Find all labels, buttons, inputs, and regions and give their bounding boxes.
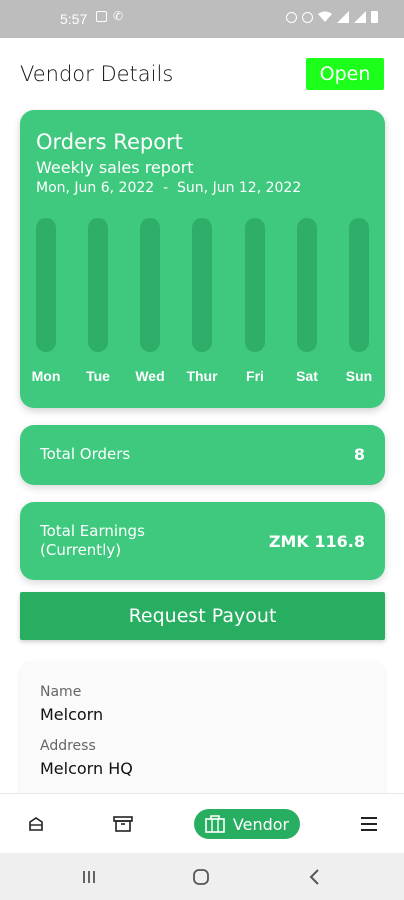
total-earnings-value: ZMK 116.8 <box>268 532 365 551</box>
total-earnings-label: Total Earnings <box>40 522 145 540</box>
nav-vendor-label: Vendor <box>232 814 290 834</box>
orders-box-icon[interactable] <box>26 814 46 834</box>
status-badge: Open <box>306 58 384 90</box>
bar-tue <box>88 218 108 352</box>
address-value: Melcorn HQ <box>40 759 133 778</box>
wifi-icon <box>318 11 332 22</box>
menu-icon[interactable] <box>359 814 379 834</box>
alarm-icon <box>286 11 297 23</box>
total-orders-value: 8 <box>353 445 365 464</box>
name-value: Melcorn <box>40 705 104 724</box>
day-label: Wed <box>135 368 165 384</box>
system-nav-bar <box>0 853 404 900</box>
mute-icon <box>302 11 313 23</box>
gallery-notification-icon <box>96 10 107 22</box>
bottom-nav: Vendor <box>0 793 404 853</box>
address-label: Address <box>40 738 96 754</box>
recent-apps-icon[interactable] <box>77 867 101 887</box>
total-earnings-card: Total Earnings (Currently) ZMK 116.8 <box>20 502 385 580</box>
back-icon[interactable] <box>303 867 327 887</box>
phone-notification-icon: ✆ <box>113 9 124 23</box>
report-date-range: Mon, Jun 6, 2022 - Sun, Jun 12, 2022 <box>36 180 302 196</box>
status-time: 5:57 <box>60 11 88 27</box>
request-payout-button[interactable]: Request Payout <box>20 592 385 640</box>
app-header: Vendor Details Open <box>0 38 404 110</box>
bar-sat <box>297 218 317 352</box>
total-orders-card: Total Orders 8 <box>20 425 385 485</box>
total-orders-label: Total Orders <box>40 445 131 463</box>
day-label: Mon <box>31 368 61 384</box>
nav-vendor-tab[interactable]: Vendor <box>194 809 300 839</box>
bar-sun <box>349 218 369 352</box>
status-bar: 5:57 ✆ <box>0 0 404 38</box>
bar-fri <box>245 218 265 352</box>
report-subtitle: Weekly sales report <box>36 158 194 177</box>
orders-report-card: Orders Report Weekly sales report Mon, J… <box>20 110 385 408</box>
vendor-icon <box>205 815 225 833</box>
report-title: Orders Report <box>36 130 183 154</box>
bar-wed <box>140 218 160 352</box>
bar-thur <box>192 218 212 352</box>
name-label: Name <box>40 684 82 700</box>
day-label: Sat <box>296 368 318 384</box>
day-label: Thur <box>186 368 218 384</box>
battery-icon <box>371 11 378 23</box>
day-label: Tue <box>86 368 110 384</box>
total-earnings-sublabel: (Currently) <box>40 541 122 559</box>
home-icon[interactable] <box>189 867 213 887</box>
bar-mon <box>36 218 56 352</box>
signal-icon-2 <box>354 11 366 23</box>
weekly-bars <box>36 218 376 352</box>
day-label: Fri <box>246 368 264 384</box>
day-label: Sun <box>345 368 373 384</box>
archive-icon[interactable] <box>113 814 133 834</box>
signal-icon <box>337 11 349 23</box>
page-title: Vendor Details <box>20 62 174 86</box>
